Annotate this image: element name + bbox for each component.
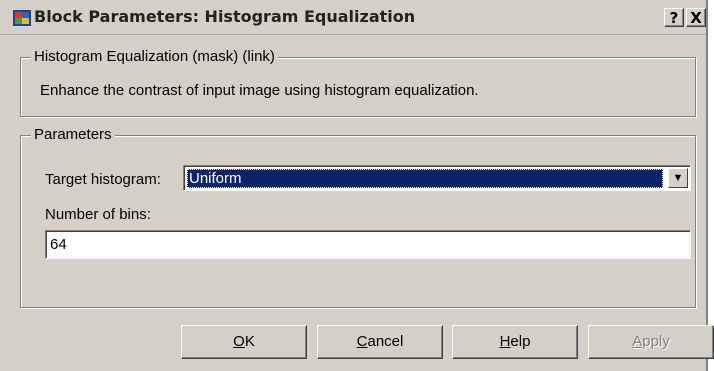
cancel-label-rest: ancel xyxy=(367,333,404,350)
block-description: Enhance the contrast of input image usin… xyxy=(40,82,479,99)
simulink-block-icon xyxy=(13,10,31,26)
cancel-mnemonic: C xyxy=(356,333,368,350)
description-legend: Histogram Equalization (mask) (link) xyxy=(31,48,278,65)
help-label-rest: elp xyxy=(510,333,531,350)
apply-mnemonic: A xyxy=(632,333,643,350)
block-parameters-dialog: Block Parameters: Histogram Equalization… xyxy=(0,0,714,371)
target-histogram-label: Target histogram: xyxy=(45,171,161,188)
parameters-group: Parameters Target histogram: Uniform ▼ N… xyxy=(20,126,696,308)
cancel-button[interactable]: Cancel xyxy=(317,325,443,359)
apply-label-rest: pply xyxy=(642,333,670,350)
context-help-button[interactable]: ? xyxy=(664,8,684,27)
target-histogram-select[interactable]: Uniform ▼ xyxy=(183,165,691,191)
ok-button[interactable]: OK xyxy=(181,325,307,359)
description-group: Histogram Equalization (mask) (link) Enh… xyxy=(20,48,696,117)
ok-label-rest: K xyxy=(244,333,255,350)
title-bar[interactable]: Block Parameters: Histogram Equalization… xyxy=(0,0,706,35)
help-button[interactable]: Help xyxy=(452,325,578,359)
ok-mnemonic: O xyxy=(233,333,245,350)
help-mnemonic: H xyxy=(499,333,511,350)
apply-button[interactable]: Apply xyxy=(588,325,714,359)
parameters-legend: Parameters xyxy=(31,126,115,143)
window-title: Block Parameters: Histogram Equalization xyxy=(34,7,416,26)
close-button[interactable]: X xyxy=(686,8,706,27)
target-histogram-selected-value[interactable]: Uniform xyxy=(187,169,663,188)
number-of-bins-label: Number of bins: xyxy=(45,206,151,223)
number-of-bins-input[interactable]: 64 xyxy=(45,230,691,259)
chevron-down-icon[interactable]: ▼ xyxy=(668,168,688,188)
